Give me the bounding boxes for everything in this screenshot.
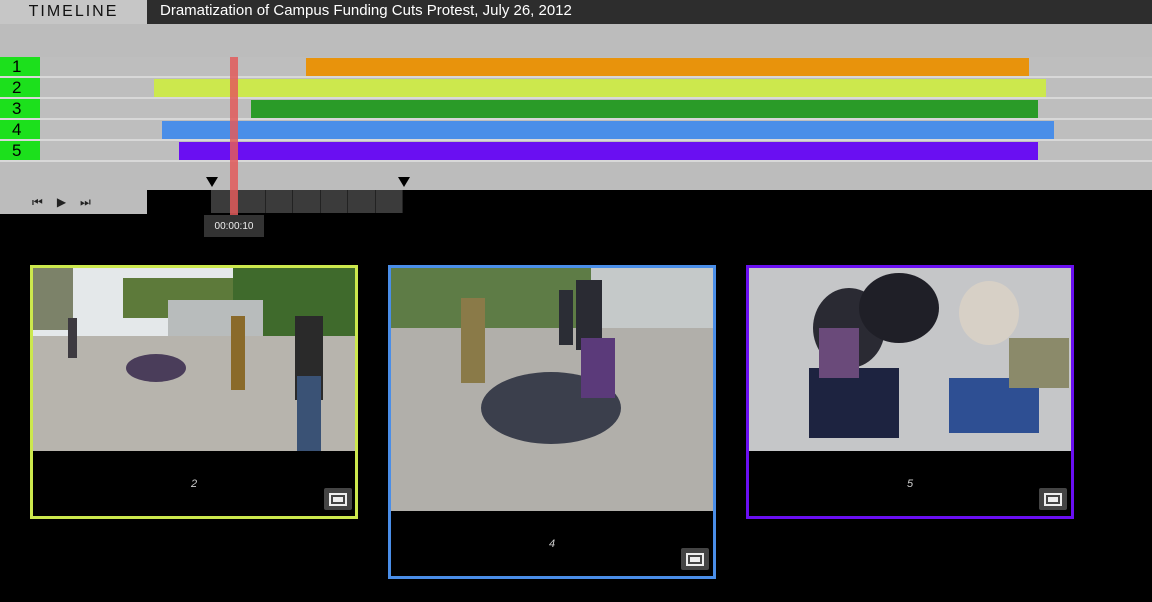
track-bar[interactable] — [306, 58, 1029, 76]
rewind-icon[interactable]: ⏮ — [32, 195, 43, 210]
page-title: Dramatization of Campus Funding Cuts Pro… — [160, 2, 572, 19]
timeline-track-2[interactable]: 2 — [0, 78, 1152, 99]
video-panel-2[interactable]: 2 — [30, 265, 358, 519]
fullscreen-icon[interactable] — [1039, 488, 1067, 510]
panel-label: 2 — [190, 478, 198, 490]
playhead[interactable] — [230, 57, 238, 215]
play-icon[interactable]: ▶ — [57, 195, 66, 209]
scrubber-window[interactable] — [211, 190, 403, 213]
timeline-track-1[interactable]: 1 — [0, 57, 1152, 78]
video-frame[interactable] — [391, 268, 713, 511]
timeline-label: TIMELINE — [0, 0, 147, 24]
video-frame[interactable] — [749, 268, 1071, 451]
panel-label: 4 — [548, 538, 556, 550]
panel-label: 5 — [906, 478, 914, 490]
video-frame[interactable] — [33, 268, 355, 451]
playhead-time: 00:00:10 — [204, 215, 264, 237]
video-panel-5[interactable]: 5 — [746, 265, 1074, 519]
timeline-track-4[interactable]: 4 — [0, 120, 1152, 141]
transport-controls: ⏮ ▶ ⏭ — [0, 190, 147, 214]
track-bar[interactable] — [154, 79, 1046, 97]
range-start-handle[interactable] — [206, 177, 218, 187]
track-bar[interactable] — [251, 100, 1038, 118]
track-bar[interactable] — [162, 121, 1054, 139]
timeline-track-3[interactable]: 3 — [0, 99, 1152, 120]
fullscreen-icon[interactable] — [681, 548, 709, 570]
video-panel-4[interactable]: 4 — [388, 265, 716, 579]
title-bar: Dramatization of Campus Funding Cuts Pro… — [147, 0, 1152, 24]
range-end-handle[interactable] — [398, 177, 410, 187]
timeline-track-5[interactable]: 5 — [0, 141, 1152, 162]
track-number: 2 — [0, 78, 40, 97]
fullscreen-icon[interactable] — [324, 488, 352, 510]
track-number: 3 — [0, 99, 40, 118]
track-number: 4 — [0, 120, 40, 139]
fast-forward-icon[interactable]: ⏭ — [80, 195, 91, 210]
track-bar[interactable] — [179, 142, 1038, 160]
track-number: 1 — [0, 57, 40, 76]
track-number: 5 — [0, 141, 40, 160]
